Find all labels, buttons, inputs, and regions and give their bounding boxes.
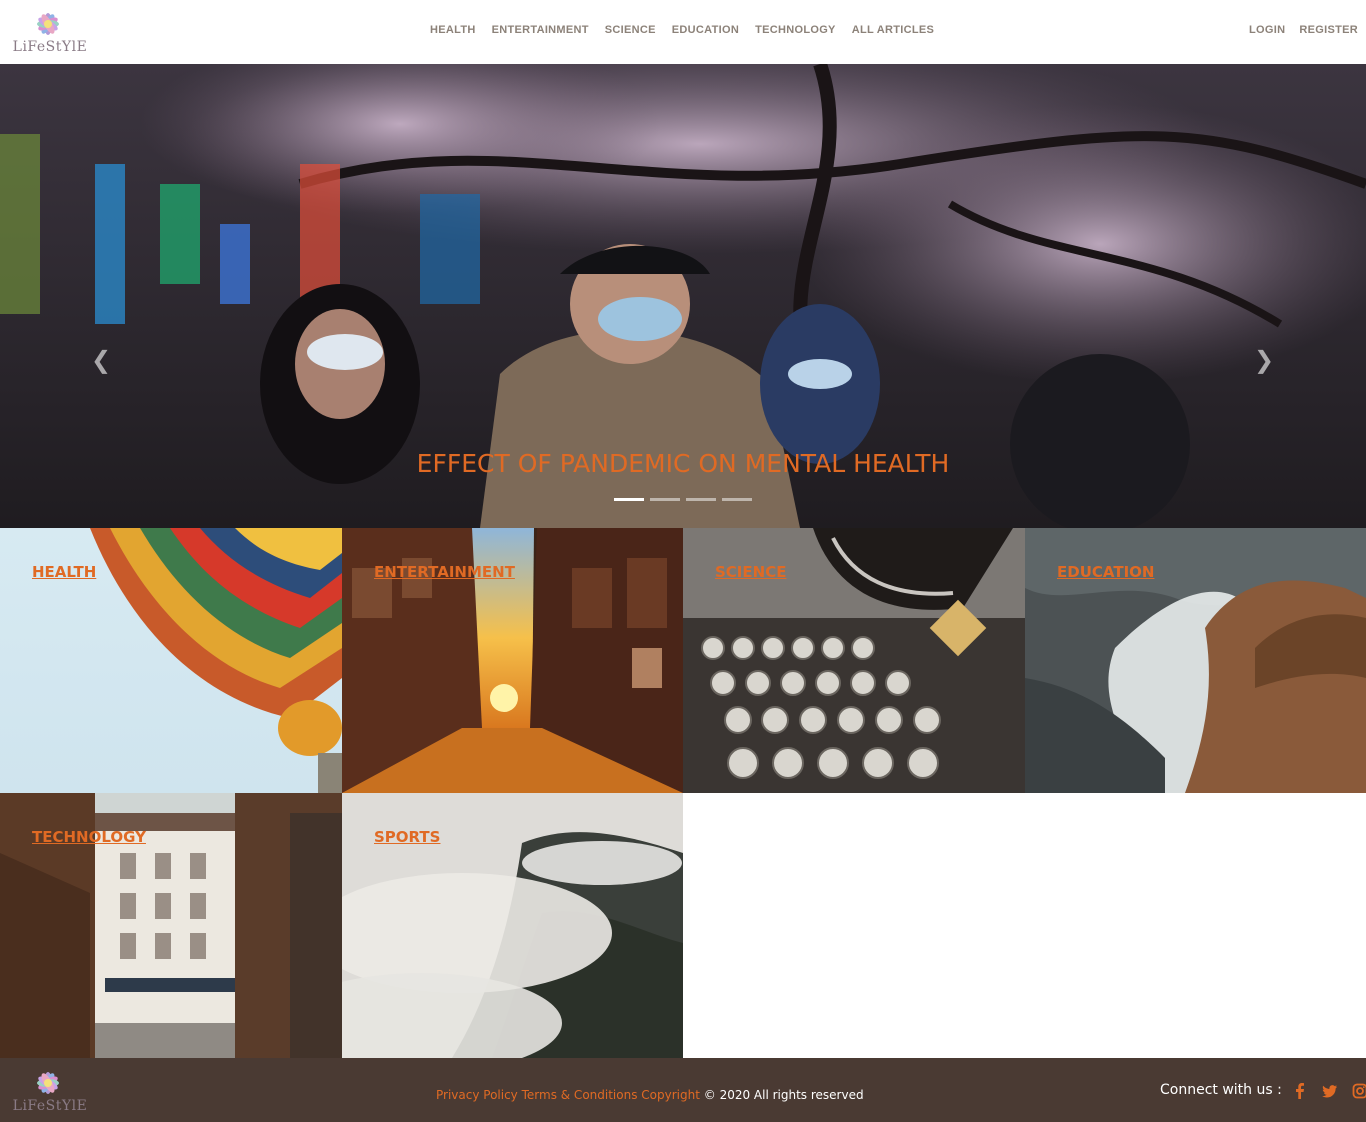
auth-links: LOGIN REGISTER	[1249, 24, 1358, 36]
terms-link[interactable]: Terms & Conditions	[522, 1088, 638, 1102]
connect-label: Connect with us :	[1160, 1082, 1282, 1098]
carousel-indicator[interactable]	[614, 498, 644, 501]
nav-all-articles[interactable]: ALL ARTICLES	[852, 24, 934, 40]
category-label-health[interactable]: HEALTH	[32, 563, 96, 581]
site-logo[interactable]: LiFeStYlE	[4, 9, 96, 57]
login-link[interactable]: LOGIN	[1249, 24, 1285, 36]
instagram-icon[interactable]	[1352, 1082, 1366, 1100]
nav-health[interactable]: HEALTH	[430, 24, 476, 40]
carousel-indicator[interactable]	[650, 498, 680, 501]
carousel-indicator[interactable]	[722, 498, 752, 501]
carousel-indicators	[614, 498, 752, 501]
category-label-technology[interactable]: TECHNOLOGY	[32, 828, 146, 846]
nav-entertainment[interactable]: ENTERTAINMENT	[492, 24, 589, 40]
nav-technology[interactable]: TECHNOLOGY	[755, 24, 836, 40]
main-nav: HEALTH ENTERTAINMENT SCIENCE EDUCATION T…	[430, 24, 934, 40]
footer-brand-name: LiFeStYlE	[12, 1098, 88, 1114]
category-tile-sports[interactable]: SPORTS	[342, 793, 683, 1058]
category-label-sports[interactable]: SPORTS	[374, 828, 440, 846]
category-label-entertainment[interactable]: ENTERTAINMENT	[374, 563, 515, 581]
flower-logo-icon	[37, 13, 59, 35]
carousel-prev-icon[interactable]: ❮	[89, 348, 113, 372]
category-tile-science[interactable]: SCIENCE	[683, 528, 1025, 793]
category-tile-education[interactable]: EDUCATION	[1025, 528, 1366, 793]
twitter-icon[interactable]	[1322, 1082, 1338, 1100]
category-label-education[interactable]: EDUCATION	[1057, 563, 1154, 581]
category-label-science[interactable]: SCIENCE	[715, 563, 786, 581]
nav-education[interactable]: EDUCATION	[672, 24, 739, 40]
category-tile-entertainment[interactable]: ENTERTAINMENT	[342, 528, 683, 793]
social-links	[1292, 1082, 1366, 1100]
facebook-icon[interactable]	[1292, 1082, 1308, 1100]
register-link[interactable]: REGISTER	[1299, 24, 1358, 36]
site-header: LiFeStYlE HEALTH ENTERTAINMENT SCIENCE E…	[0, 0, 1366, 64]
category-tile-health[interactable]: HEALTH	[0, 528, 342, 793]
footer-links: Privacy Policy Terms & Conditions Copyri…	[436, 1088, 864, 1102]
nav-science[interactable]: SCIENCE	[605, 24, 656, 40]
copyright-text: © 2020 All rights reserved	[703, 1088, 864, 1102]
site-footer: LiFeStYlE Privacy Policy Terms & Conditi…	[0, 1058, 1366, 1122]
carousel-next-icon[interactable]: ❯	[1252, 348, 1276, 372]
footer-logo[interactable]: LiFeStYlE	[4, 1067, 96, 1115]
carousel-indicator[interactable]	[686, 498, 716, 501]
flower-logo-icon	[37, 1072, 59, 1094]
category-tile-technology[interactable]: TECHNOLOGY	[0, 793, 342, 1058]
brand-name: LiFeStYlE	[12, 39, 88, 55]
privacy-policy-link[interactable]: Privacy Policy	[436, 1088, 518, 1102]
hero-carousel: ❮ ❯ EFFECT OF PANDEMIC ON MENTAL HEALTH	[0, 64, 1366, 528]
copyright-link[interactable]: Copyright	[641, 1088, 700, 1102]
hero-caption[interactable]: EFFECT OF PANDEMIC ON MENTAL HEALTH	[0, 449, 1366, 478]
